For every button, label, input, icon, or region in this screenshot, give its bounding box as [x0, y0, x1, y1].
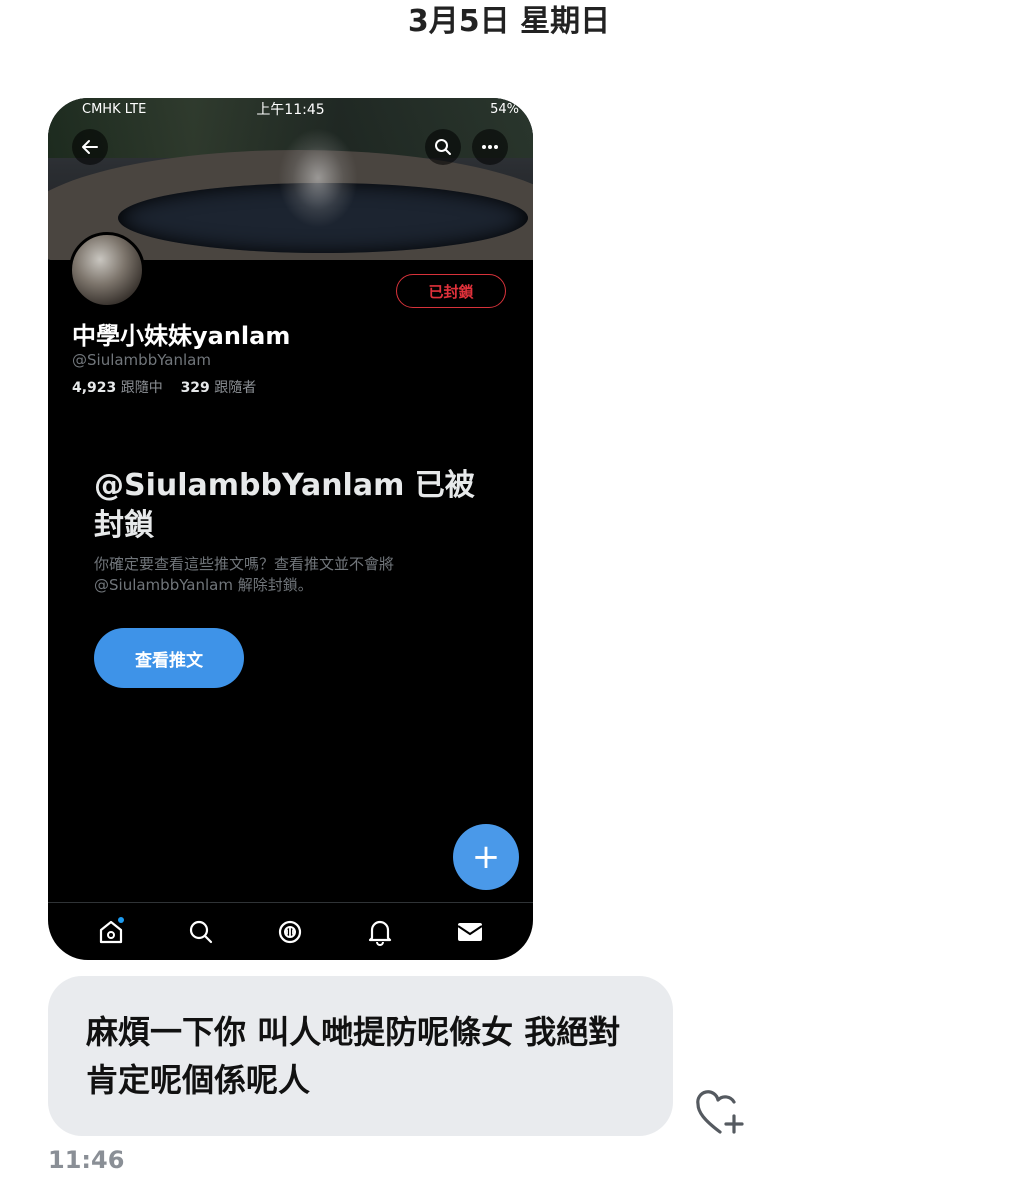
messages-icon — [457, 922, 483, 941]
more-button[interactable] — [472, 129, 508, 165]
followers-count[interactable]: 329 — [181, 380, 210, 396]
notifications-icon — [369, 920, 392, 946]
handle: @SiulambbYanlam — [72, 351, 211, 369]
following-count[interactable]: 4,923 — [72, 380, 116, 396]
back-button[interactable] — [72, 129, 108, 165]
message-bubble[interactable]: 麻煩一下你 叫人哋提防呢條女 我絕對肯定呢個係呢人 — [48, 976, 673, 1136]
bottom-tab-bar — [48, 902, 533, 960]
search-icon — [435, 139, 451, 155]
display-name: 中學小妹妹yanlam — [72, 322, 291, 350]
notification-dot — [117, 916, 124, 923]
blocked-button[interactable]: 已封鎖 — [396, 274, 506, 308]
shared-screenshot[interactable]: CMHK LTE 上午11:45 54% 已封鎖 中學小妹妹yanlam @Si… — [48, 98, 533, 960]
status-bar: CMHK LTE 上午11:45 54% — [48, 98, 533, 122]
arrow-left-icon — [82, 140, 98, 154]
tab-spaces[interactable] — [270, 912, 310, 952]
view-tweets-button[interactable]: 查看推文 — [94, 628, 244, 688]
add-reaction-button[interactable] — [694, 1088, 748, 1138]
blocked-description: 你確定要查看這些推文嗎？查看推文並不會將 @SiulambbYanlam 解除封… — [94, 555, 395, 594]
date-header: 3月5日 星期日 — [407, 4, 611, 39]
followers-label[interactable]: 跟隨者 — [214, 380, 256, 396]
tab-search[interactable] — [181, 912, 221, 952]
battery-label: 54% — [490, 102, 519, 117]
compose-fab[interactable]: + — [453, 824, 519, 890]
heart-plus-icon — [696, 1090, 744, 1134]
tab-messages[interactable] — [450, 912, 490, 952]
search-icon — [189, 920, 212, 943]
follow-stats: 4,923 跟隨中 329 跟隨者 — [72, 377, 256, 397]
plus-icon: + — [471, 837, 501, 877]
message-time: 11:46 — [48, 1146, 125, 1174]
more-icon — [482, 145, 498, 149]
search-button[interactable] — [425, 129, 461, 165]
avatar[interactable] — [69, 232, 145, 308]
tab-notifications[interactable] — [360, 912, 400, 952]
following-label[interactable]: 跟隨中 — [121, 380, 163, 396]
blocked-title: @SiulambbYanlam 已被封鎖 — [94, 468, 475, 543]
tab-home[interactable] — [91, 912, 131, 952]
status-time: 上午11:45 — [256, 102, 325, 118]
message-text: 麻煩一下你 叫人哋提防呢條女 我絕對肯定呢個係呢人 — [86, 1013, 621, 1099]
spaces-icon — [279, 920, 302, 943]
